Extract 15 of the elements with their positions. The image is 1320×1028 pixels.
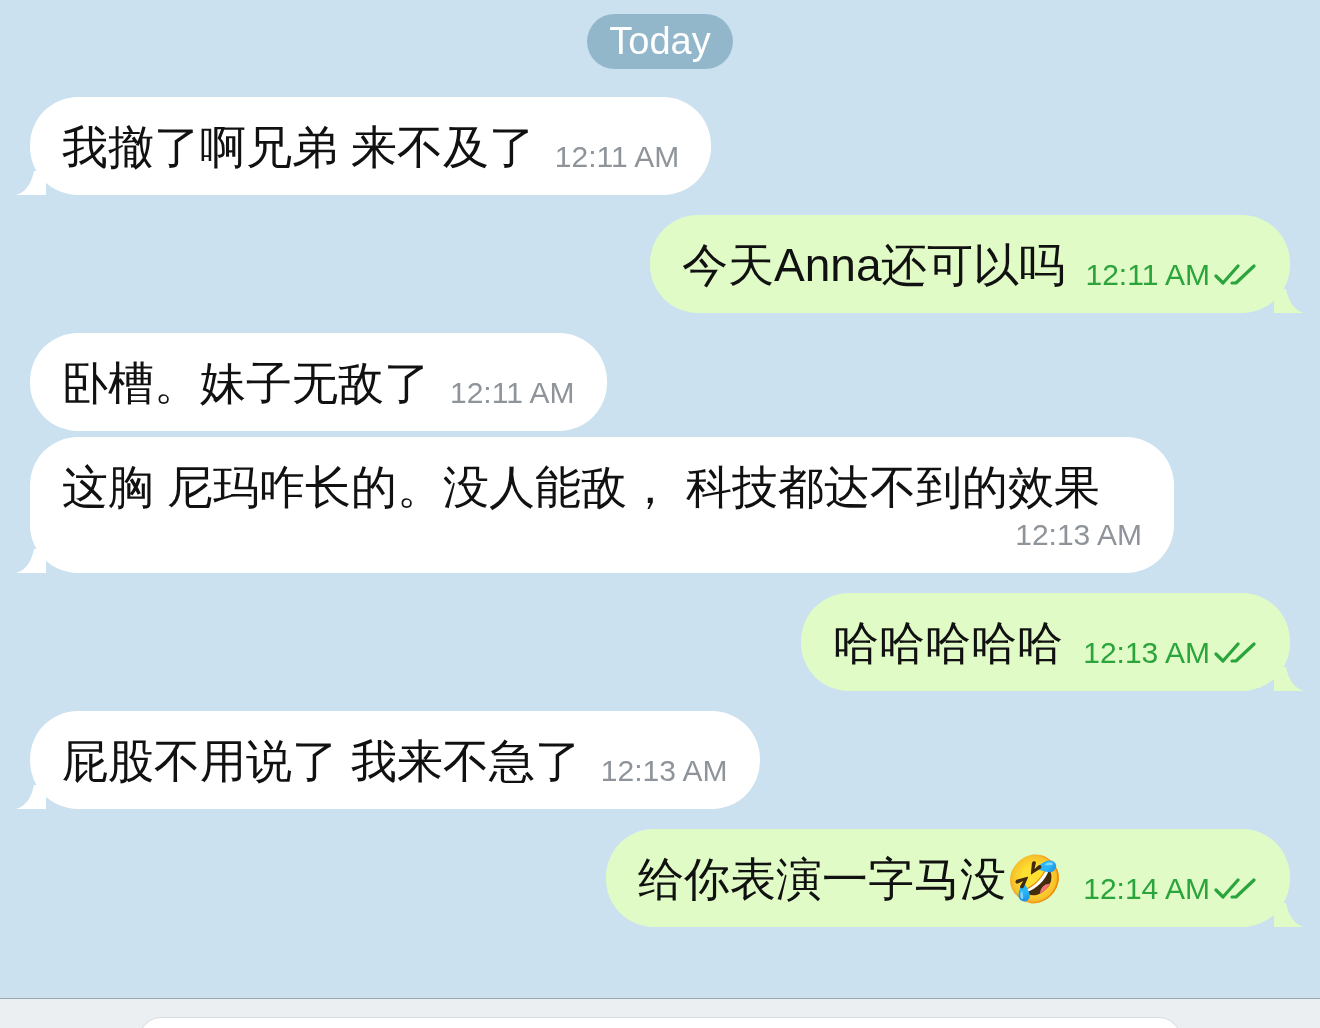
message-time: 12:13 AM [1015, 517, 1142, 553]
message-text: 屁股不用说了 我来不急了 [62, 734, 581, 789]
message-time: 12:11 AM [450, 375, 575, 411]
message-text: 卧槽。妹子无敌了 [62, 356, 430, 411]
message-time: 12:14 AM [1083, 871, 1210, 907]
message-text: 这胸 尼玛咋长的。没人能敌， 科技都达不到的效果 [62, 460, 1100, 515]
message-text: 今天Anna还可以吗 [682, 238, 1066, 293]
message-time: 12:13 AM [1083, 635, 1210, 671]
message-time: 12:11 AM [554, 139, 680, 175]
message-time: 12:11 AM [1085, 257, 1210, 293]
date-label: Today [587, 14, 733, 69]
message-text: 哈哈哈哈哈 [833, 616, 1064, 671]
message-text: 给你表演一字马没🤣 [638, 852, 1064, 907]
message-text: 我撤了啊兄弟 来不及了 [62, 120, 535, 175]
message-time: 12:13 AM [600, 753, 728, 789]
